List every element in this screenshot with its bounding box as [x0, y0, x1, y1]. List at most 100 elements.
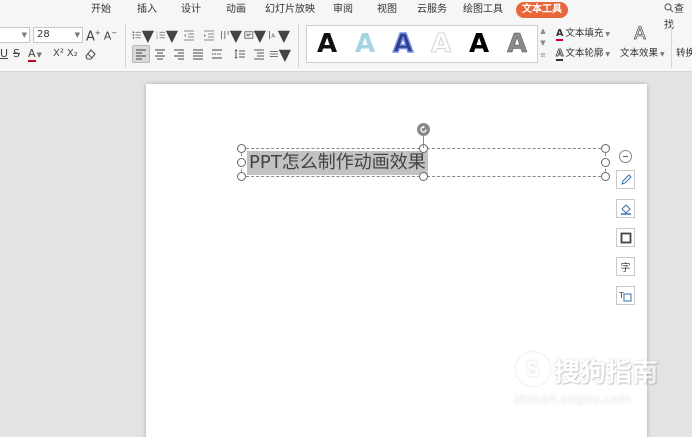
- text-direction-button[interactable]: ▼: [244, 25, 266, 45]
- numbering-button[interactable]: 1 2 3 ▼: [156, 26, 178, 45]
- chevron-down-icon: ▼: [253, 25, 266, 45]
- align-right-button[interactable]: [170, 45, 188, 63]
- shape-outline-button[interactable]: [616, 228, 635, 247]
- text-fill-button[interactable]: A 文本填充 ▼: [556, 27, 610, 42]
- font-size-value: 28: [37, 29, 50, 40]
- tab-home[interactable]: 开始: [88, 2, 114, 18]
- line-spacing-button[interactable]: [231, 45, 249, 63]
- font-color-label: A: [28, 46, 36, 62]
- ribbon: 开始 插入 设计 动画 幻灯片放映 审阅 视图 云服务 绘图工具 文本工具 查找…: [0, 0, 692, 72]
- text-effect-button[interactable]: 文本效果 ▼: [620, 47, 665, 62]
- shrink-font-button[interactable]: A−: [104, 24, 117, 46]
- text-fill-icon: A: [556, 28, 564, 41]
- align-center-icon: [155, 49, 165, 60]
- paragraph-row-2: ▼: [132, 45, 291, 64]
- bullets-button[interactable]: ▼: [132, 25, 154, 45]
- tab-insert[interactable]: 插入: [134, 2, 160, 18]
- justify-button[interactable]: [189, 45, 207, 63]
- resize-handle-top-left[interactable]: [237, 144, 246, 153]
- watermark: S 搜狗指南 zhinan.sogou.com: [514, 352, 684, 412]
- underline-button[interactable]: U: [0, 45, 10, 63]
- font-format-row: U S A▼ X² X₂: [0, 45, 99, 63]
- tab-drawing-tools[interactable]: 绘图工具: [462, 2, 504, 18]
- art-style-black-solid[interactable]: A: [312, 29, 342, 59]
- paragraph-row-1: ▼ 1 2 3 ▼ ▼ ▼ A ▼: [132, 25, 290, 45]
- pencil-icon: [620, 173, 632, 185]
- paragraph-spacing-button[interactable]: [250, 45, 268, 63]
- chevron-down-icon: ▼: [660, 51, 665, 58]
- resize-handle-bottom-right[interactable]: [601, 172, 610, 181]
- selected-text[interactable]: PPT怎么制作动画效果: [247, 151, 428, 175]
- resize-handle-bottom[interactable]: [419, 172, 428, 181]
- separator: [125, 24, 126, 68]
- font-color-button[interactable]: A▼: [28, 45, 50, 64]
- tab-design[interactable]: 设计: [178, 2, 204, 18]
- indent-icon: [204, 30, 214, 41]
- grow-font-arrow: +: [94, 28, 101, 37]
- convert-button[interactable]: 转换: [676, 47, 692, 61]
- chevron-down-icon: ▼: [141, 25, 154, 45]
- art-style-light-blue[interactable]: A: [350, 29, 380, 59]
- superscript-button[interactable]: X²: [53, 45, 64, 63]
- gallery-scroll[interactable]: ▲ ▼ ≡: [539, 25, 547, 63]
- rotate-icon: [420, 125, 427, 133]
- resize-handle-left[interactable]: [237, 158, 246, 167]
- text-box-button[interactable]: T: [616, 286, 635, 305]
- collapse-toolbar-button[interactable]: [619, 150, 632, 163]
- text-outline-button[interactable]: A 文本轮廓 ▼: [556, 47, 610, 62]
- font-size-combo[interactable]: 28 ▼: [33, 27, 83, 43]
- text-fill-label: 文本填充: [565, 28, 604, 39]
- watermark-url: zhinan.sogou.com: [514, 392, 632, 406]
- tab-cloud[interactable]: 云服务: [416, 2, 448, 18]
- search-tab[interactable]: 查找: [664, 2, 692, 31]
- decrease-indent-button[interactable]: [180, 26, 198, 44]
- chevron-down-icon[interactable]: ▼: [539, 37, 547, 49]
- distribute-button[interactable]: [208, 45, 226, 63]
- art-style-gray-gradient[interactable]: A: [502, 29, 532, 60]
- justify-icon: [193, 49, 203, 60]
- resize-handle-right[interactable]: [601, 158, 610, 167]
- art-style-blue-outline[interactable]: A: [388, 28, 418, 60]
- tab-animation[interactable]: 动画: [223, 2, 249, 18]
- align-center-button[interactable]: [151, 45, 169, 63]
- svg-text:T: T: [619, 291, 624, 300]
- tab-slideshow[interactable]: 幻灯片放映: [264, 2, 316, 18]
- sogou-logo-icon: S: [516, 352, 550, 386]
- increase-indent-button[interactable]: [200, 26, 218, 44]
- clear-format-button[interactable]: [81, 45, 99, 63]
- line-spacing-icon: [234, 49, 245, 59]
- chevron-down-icon: ▼: [74, 31, 80, 39]
- chevron-down-icon: ▼: [605, 31, 610, 38]
- chevron-up-icon[interactable]: ▲: [539, 25, 547, 37]
- resize-handle-bottom-left[interactable]: [237, 172, 246, 181]
- grow-font-button[interactable]: A+: [86, 24, 101, 46]
- art-style-black-bold[interactable]: A: [464, 29, 494, 59]
- shape-fill-button[interactable]: [616, 199, 635, 218]
- outdent-icon: [184, 30, 194, 41]
- resize-handle-top-right[interactable]: [601, 144, 610, 153]
- more-paragraph-button[interactable]: ▼: [269, 45, 291, 64]
- shrink-font-arrow: −: [111, 29, 118, 38]
- strikethrough-button[interactable]: S: [13, 45, 25, 63]
- tab-view[interactable]: 视图: [374, 2, 400, 18]
- text-style-button[interactable]: 字: [616, 257, 635, 276]
- art-style-white-outline[interactable]: A: [426, 29, 456, 60]
- text-align-vertical-button[interactable]: A ▼: [268, 26, 290, 45]
- text-effect-icon-button[interactable]: A: [620, 25, 660, 44]
- text-effect-label: 文本效果: [620, 48, 659, 59]
- columns-button[interactable]: ▼: [220, 26, 242, 45]
- shape-style-button[interactable]: [616, 170, 635, 189]
- svg-text:3: 3: [156, 36, 158, 40]
- subscript-button[interactable]: X₂: [67, 45, 78, 63]
- expand-icon[interactable]: ≡: [539, 49, 547, 61]
- text-outline-label: 文本轮廓: [565, 48, 604, 59]
- rotate-handle[interactable]: [417, 123, 430, 136]
- tab-text-tools[interactable]: 文本工具: [516, 2, 568, 18]
- align-left-button[interactable]: [132, 45, 150, 63]
- menu-bar: 开始 插入 设计 动画 幻灯片放映 审阅 视图 云服务 绘图工具 文本工具 查找: [0, 0, 692, 31]
- fill-bucket-icon: [620, 203, 631, 215]
- search-icon: [664, 3, 674, 13]
- tab-review[interactable]: 审阅: [330, 2, 356, 18]
- font-name-combo[interactable]: ▼: [0, 27, 30, 43]
- eraser-icon: [85, 49, 96, 60]
